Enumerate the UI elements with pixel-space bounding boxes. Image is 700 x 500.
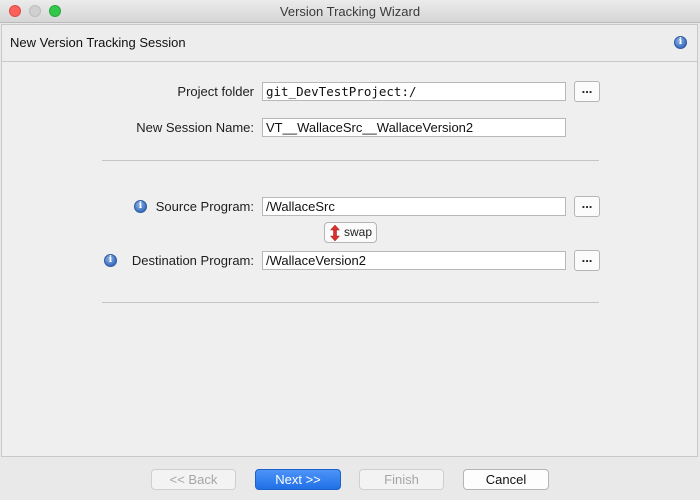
source-program-field[interactable]: /WallaceSrc: [262, 197, 566, 216]
swap-label: swap: [344, 225, 373, 239]
wizard-header: New Version Tracking Session i: [1, 24, 698, 62]
wizard-window: Version Tracking Wizard New Version Trac…: [0, 0, 700, 500]
swap-button[interactable]: swap: [324, 222, 377, 243]
page-title: New Version Tracking Session: [10, 35, 186, 50]
project-folder-label: Project folder: [177, 84, 254, 99]
finish-button[interactable]: Finish: [359, 469, 444, 490]
next-button[interactable]: Next >>: [255, 469, 341, 490]
swap-arrows-icon: [330, 225, 340, 241]
browse-project-button[interactable]: ...: [574, 81, 600, 102]
browse-source-button[interactable]: ...: [574, 196, 600, 217]
separator-bottom: [102, 302, 599, 303]
source-info-icon[interactable]: i: [134, 200, 147, 213]
session-name-label: New Session Name:: [136, 120, 254, 135]
wizard-content: Project folder git_DevTestProject:/ ... …: [1, 62, 698, 457]
info-icon[interactable]: i: [674, 36, 687, 49]
destination-program-field[interactable]: /WallaceVersion2: [262, 251, 566, 270]
project-folder-field[interactable]: git_DevTestProject:/: [262, 82, 566, 101]
cancel-button[interactable]: Cancel: [463, 469, 549, 490]
title-bar[interactable]: Version Tracking Wizard: [0, 0, 700, 23]
destination-info-icon[interactable]: i: [104, 254, 117, 267]
back-button[interactable]: << Back: [151, 469, 236, 490]
destination-program-label: Destination Program:: [131, 253, 254, 268]
window-title: Version Tracking Wizard: [279, 4, 421, 19]
session-name-field[interactable]: VT__WallaceSrc__WallaceVersion2: [262, 118, 566, 137]
separator-top: [102, 160, 599, 161]
browse-destination-button[interactable]: ...: [574, 250, 600, 271]
source-program-label: Source Program:: [155, 199, 254, 214]
